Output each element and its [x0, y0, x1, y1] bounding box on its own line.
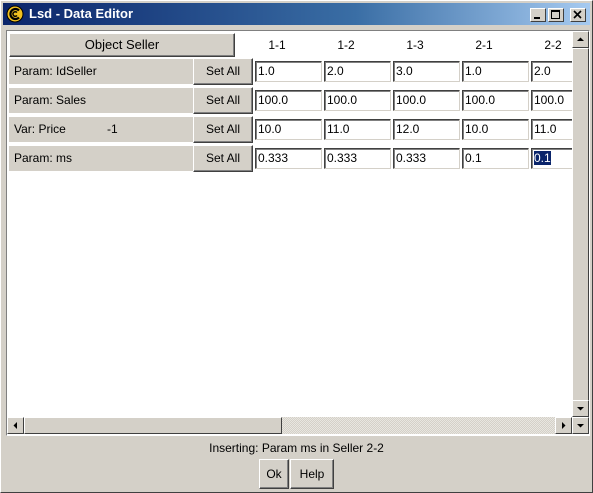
horizontal-scrollbar[interactable]: [7, 417, 589, 434]
arrow-down-icon: [577, 424, 584, 428]
arrow-up-icon: [577, 37, 584, 41]
selected-text: 0.1: [534, 151, 551, 165]
row-label-idseller: Param: IdSeller: [9, 59, 193, 84]
cell-price-1-2[interactable]: 11.0: [324, 119, 391, 140]
vertical-scroll-thumb[interactable]: [572, 48, 589, 401]
close-button[interactable]: [570, 8, 586, 22]
column-header-1-1: 1-1: [268, 38, 286, 52]
minimize-button[interactable]: [530, 8, 546, 22]
cell-sales-2-1[interactable]: 100.0: [462, 90, 529, 111]
minimize-icon: [534, 17, 540, 19]
set-all-button-price[interactable]: Set All: [193, 116, 253, 143]
cell-ms-1-3[interactable]: 0.333: [393, 148, 460, 169]
row-label-text: Var: Price: [14, 122, 66, 136]
set-all-button-idseller[interactable]: Set All: [193, 58, 253, 85]
cell-idseller-1-3[interactable]: 3.0: [393, 61, 460, 82]
cell-ms-1-1[interactable]: 0.333: [255, 148, 322, 169]
row-label-sales: Param: Sales: [9, 88, 193, 113]
cell-price-1-1[interactable]: 10.0: [255, 119, 322, 140]
lag-value: -1: [107, 122, 118, 136]
arrow-left-icon: [13, 422, 17, 429]
ok-button[interactable]: Ok: [259, 459, 289, 489]
cell-sales-1-3[interactable]: 100.0: [393, 90, 460, 111]
cell-sales-1-1[interactable]: 100.0: [255, 90, 322, 111]
maximize-button[interactable]: [548, 8, 564, 22]
scroll-left-button[interactable]: [7, 417, 24, 434]
title-bar[interactable]: Lsd - Data Editor: [3, 3, 590, 25]
scroll-right-button[interactable]: [555, 417, 572, 434]
column-header-2-1: 2-1: [475, 38, 493, 52]
status-message: Inserting: Param ms in Seller 2-2: [209, 441, 384, 455]
arrow-down-icon: [577, 407, 584, 411]
data-editor-window: Lsd - Data Editor Object Seller 1-1 1-2 …: [0, 0, 593, 493]
scroll-down-corner-button[interactable]: [572, 417, 589, 434]
close-icon: [573, 10, 582, 19]
vertical-scrollbar[interactable]: [572, 31, 589, 417]
row-label-text: Param: ms: [14, 151, 73, 165]
cell-price-1-3[interactable]: 12.0: [393, 119, 460, 140]
column-header-1-2: 1-2: [337, 38, 355, 52]
cell-idseller-2-1[interactable]: 1.0: [462, 61, 529, 82]
scroll-down-button[interactable]: [572, 400, 589, 417]
maximize-icon: [551, 10, 560, 19]
scroll-up-button[interactable]: [572, 31, 589, 48]
column-header-1-3: 1-3: [406, 38, 424, 52]
editor-canvas: Object Seller 1-1 1-2 1-3 2-1 2-2 Param:…: [6, 30, 590, 436]
set-all-button-sales[interactable]: Set All: [193, 87, 253, 114]
window-title: Lsd - Data Editor: [29, 6, 134, 21]
cell-price-2-1[interactable]: 10.0: [462, 119, 529, 140]
cell-sales-1-2[interactable]: 100.0: [324, 90, 391, 111]
lsd-logo-icon: [6, 5, 24, 23]
row-label-ms: Param: ms: [9, 146, 193, 171]
object-seller-button[interactable]: Object Seller: [9, 33, 235, 57]
cell-ms-2-1[interactable]: 0.1: [462, 148, 529, 169]
row-label-text: Param: Sales: [14, 93, 87, 107]
row-label-price: Var: Price -1: [9, 117, 193, 142]
arrow-right-icon: [562, 422, 566, 429]
set-all-button-ms[interactable]: Set All: [193, 145, 253, 172]
help-button[interactable]: Help: [290, 459, 334, 489]
cell-ms-1-2[interactable]: 0.333: [324, 148, 391, 169]
row-label-text: Param: IdSeller: [14, 64, 97, 78]
horizontal-scroll-thumb[interactable]: [24, 417, 282, 434]
cell-idseller-1-1[interactable]: 1.0: [255, 61, 322, 82]
cell-idseller-1-2[interactable]: 2.0: [324, 61, 391, 82]
